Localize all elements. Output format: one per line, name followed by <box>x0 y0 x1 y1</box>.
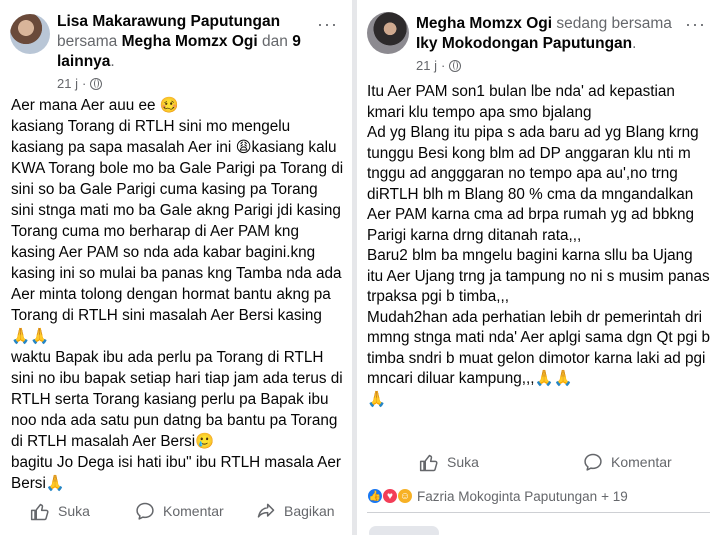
reactions-summary[interactable]: 👍 ♥ ☺ Fazria Mokoginta Paputungan + 19 <box>367 488 628 504</box>
post-meta: Megha Momzx Ogi sedang bersama Iky Mokod… <box>416 14 712 76</box>
with-word: bersama <box>57 33 118 50</box>
speech-bubble-icon <box>135 501 155 521</box>
post-meta: Lisa Makarawung Paputungan bersama Megha… <box>57 12 344 94</box>
post-left: Lisa Makarawung Paputungan bersama Megha… <box>0 0 352 535</box>
comment-label: Komentar <box>611 454 672 470</box>
ellipsis-icon[interactable]: ··· <box>685 14 706 35</box>
action-bar: Suka Komentar Bagikan <box>0 499 352 523</box>
comment-preview-partial <box>369 526 439 535</box>
ellipsis-icon[interactable]: ··· <box>317 14 338 35</box>
reaction-count: + 19 <box>601 488 628 504</box>
care-reaction-icon: ☺ <box>397 488 413 504</box>
action-bar: Suka Komentar <box>357 450 720 474</box>
globe-icon <box>449 60 462 72</box>
love-reaction-icon: ♥ <box>382 488 398 504</box>
divider <box>367 512 710 513</box>
author-name[interactable]: Lisa Makarawung Paputungan <box>57 13 280 30</box>
like-button[interactable]: Suka <box>30 502 90 521</box>
thumb-up-icon <box>419 453 439 472</box>
share-button[interactable]: Bagikan <box>256 501 335 521</box>
post-timestamp[interactable]: 21 j <box>416 56 437 76</box>
comment-button[interactable]: Komentar <box>135 501 224 521</box>
like-button[interactable]: Suka <box>419 453 479 472</box>
reaction-names: Fazria Mokoginta Paputungan <box>417 488 598 504</box>
comment-label: Komentar <box>163 503 224 519</box>
separator: · <box>81 76 87 91</box>
thumb-up-icon <box>30 502 50 521</box>
post-body: Aer mana Aer auu ee 🥴 kasiang Torang di … <box>11 97 344 492</box>
share-label: Bagikan <box>284 503 335 519</box>
like-reaction-icon: 👍 <box>367 488 383 504</box>
like-label: Suka <box>447 454 479 470</box>
with-word: sedang bersama <box>556 15 672 32</box>
post-header: Lisa Makarawung Paputungan bersama Megha… <box>10 8 344 91</box>
globe-icon <box>90 78 103 90</box>
post-time-row: 21 j · <box>57 74 344 94</box>
like-label: Suka <box>58 503 90 519</box>
post-body: Itu Aer PAM son1 bulan lbe nda' ad kepas… <box>367 83 711 408</box>
author-name[interactable]: Megha Momzx Ogi <box>416 15 552 32</box>
post-right: Megha Momzx Ogi sedang bersama Iky Mokod… <box>357 0 720 535</box>
and-word: dan <box>262 33 288 50</box>
author-avatar[interactable] <box>10 14 50 54</box>
comment-button[interactable]: Komentar <box>583 452 672 472</box>
tagged-name[interactable]: Iky Mokodongan Paputungan <box>416 35 632 52</box>
speech-bubble-icon <box>583 452 603 472</box>
post-header: Megha Momzx Ogi sedang bersama Iky Mokod… <box>367 8 712 88</box>
author-avatar[interactable] <box>367 12 409 54</box>
share-arrow-icon <box>256 501 276 521</box>
post-timestamp[interactable]: 21 j <box>57 74 78 94</box>
tagged-name[interactable]: Megha Momzx Ogi <box>122 33 258 50</box>
separator: · <box>440 58 446 73</box>
post-time-row: 21 j · <box>416 56 712 76</box>
